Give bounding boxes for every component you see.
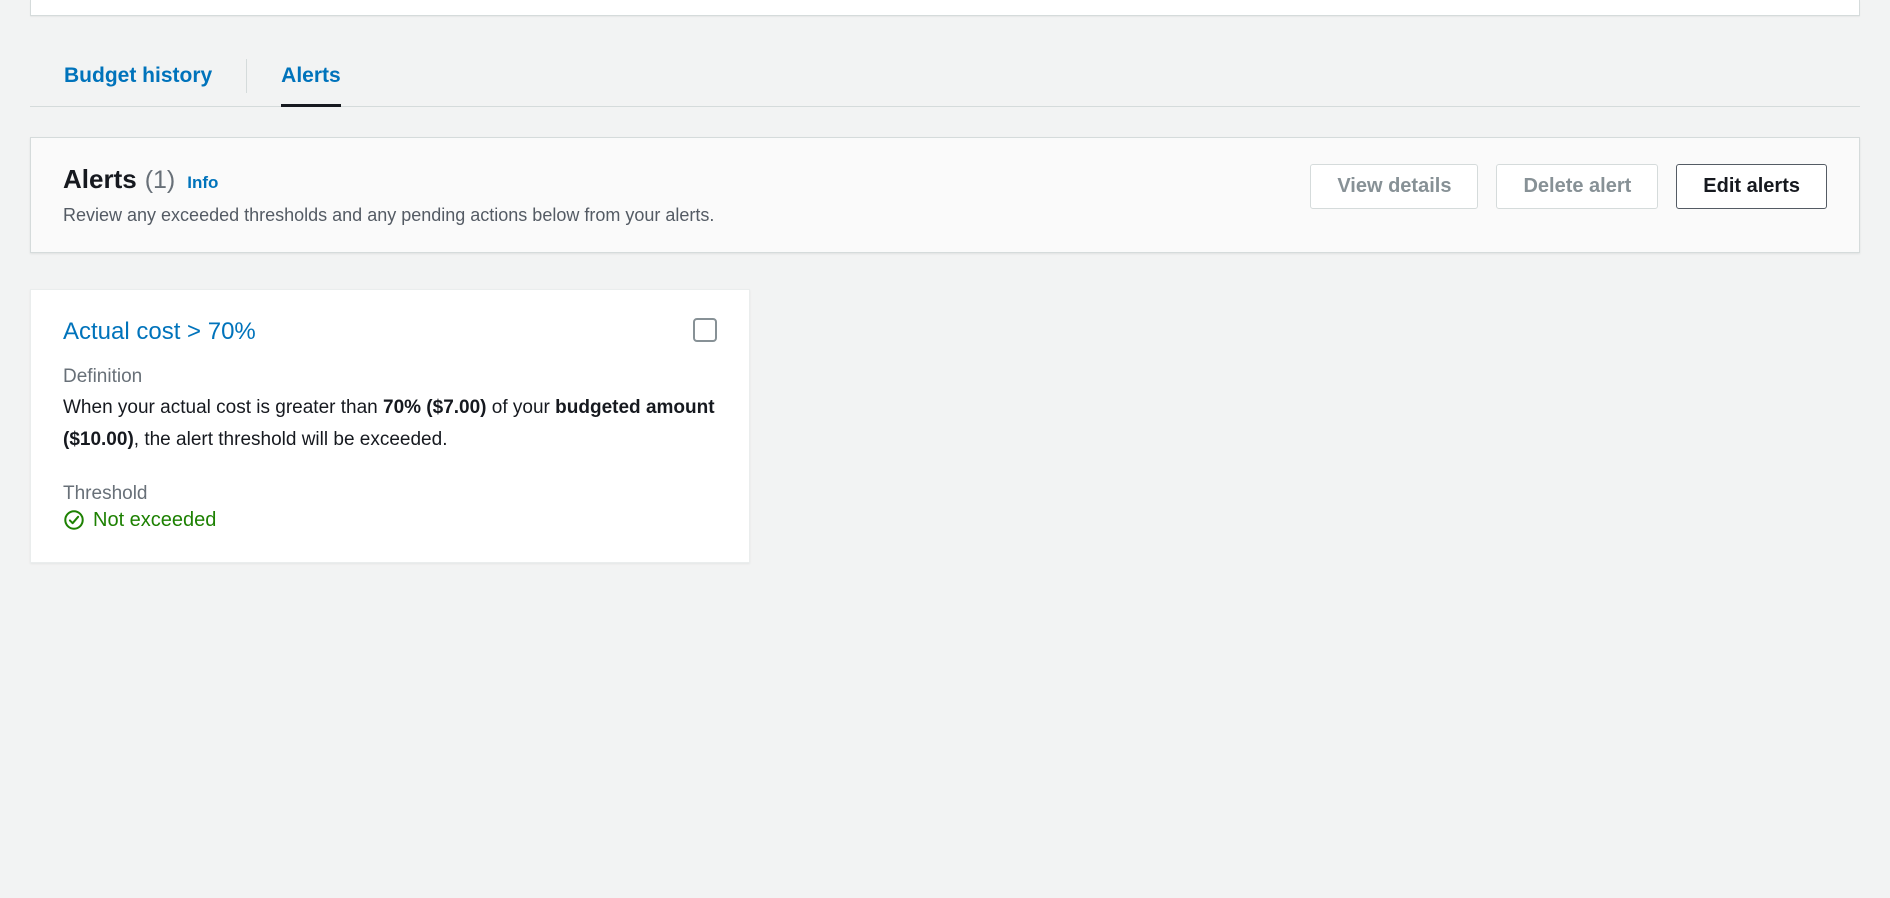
tab-separator — [246, 59, 247, 93]
alerts-header-text: Alerts (1) Info Review any exceeded thre… — [63, 164, 714, 226]
alerts-subtitle: Review any exceeded thresholds and any p… — [63, 205, 714, 226]
definition-pre: When your actual cost is greater than — [63, 397, 383, 418]
delete-alert-button[interactable]: Delete alert — [1496, 164, 1658, 209]
alerts-count: (1) — [145, 166, 176, 195]
definition-bold-1: 70% ($7.00) — [383, 397, 487, 418]
check-circle-icon — [63, 509, 85, 531]
alert-card-head: Actual cost > 70% — [63, 318, 717, 346]
threshold-status: Not exceeded — [63, 509, 717, 532]
definition-text: When your actual cost is greater than 70… — [63, 392, 717, 457]
definition-mid: of your — [487, 397, 556, 418]
threshold-status-text: Not exceeded — [93, 509, 216, 532]
alerts-header-panel: Alerts (1) Info Review any exceeded thre… — [30, 137, 1860, 253]
definition-label: Definition — [63, 366, 717, 388]
alert-title-link[interactable]: Actual cost > 70% — [63, 318, 256, 346]
previous-panel-bottom-edge — [30, 0, 1860, 16]
alert-card: Actual cost > 70% Definition When your a… — [30, 289, 750, 563]
tab-alerts[interactable]: Alerts — [281, 56, 341, 106]
tab-bar: Budget history Alerts — [30, 56, 1860, 107]
tab-budget-history[interactable]: Budget history — [64, 56, 212, 106]
alerts-title: Alerts — [63, 164, 137, 195]
alerts-title-row: Alerts (1) Info — [63, 164, 714, 195]
alert-select-checkbox[interactable] — [693, 318, 717, 342]
header-button-row: View details Delete alert Edit alerts — [1310, 164, 1827, 209]
threshold-label: Threshold — [63, 483, 717, 505]
info-link[interactable]: Info — [187, 173, 218, 193]
edit-alerts-button[interactable]: Edit alerts — [1676, 164, 1827, 209]
definition-post: , the alert threshold will be exceeded. — [134, 429, 448, 450]
view-details-button[interactable]: View details — [1310, 164, 1478, 209]
